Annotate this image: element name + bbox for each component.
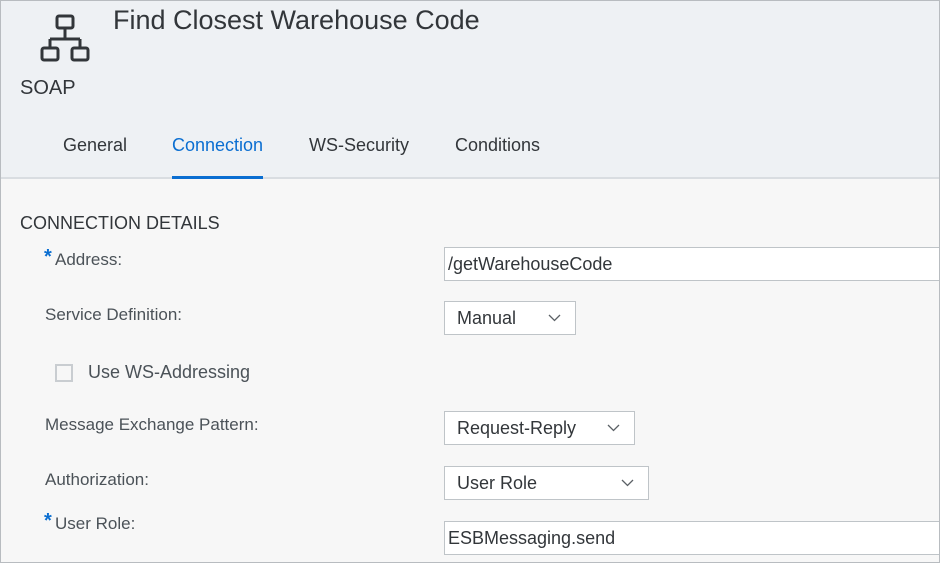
user-role-label-text: User Role:	[55, 514, 136, 533]
service-definition-value: Manual	[457, 308, 517, 328]
required-mark: *	[44, 510, 52, 532]
service-definition-select[interactable]: Manual	[444, 301, 576, 335]
authorization-value: User Role	[457, 473, 538, 493]
ws-addressing-checkbox[interactable]	[55, 364, 73, 382]
section-title: CONNECTION DETAILS	[20, 213, 220, 233]
chevron-down-icon	[548, 314, 561, 322]
tab-connection[interactable]: Connection	[172, 135, 264, 179]
authorization-select[interactable]: User Role	[444, 466, 649, 500]
user-role-label: * User Role:	[44, 510, 136, 534]
user-role-input[interactable]	[444, 521, 939, 555]
tab-conditions[interactable]: Conditions	[455, 135, 540, 177]
hierarchy-icon	[40, 14, 90, 62]
adapter-type-label: SOAP	[20, 77, 76, 99]
message-exchange-pattern-label: Message Exchange Pattern:	[45, 415, 259, 434]
service-definition-label: Service Definition:	[45, 305, 183, 324]
message-exchange-pattern-value: Request-Reply	[457, 418, 577, 438]
chevron-down-icon	[621, 479, 634, 487]
message-exchange-pattern-select[interactable]: Request-Reply	[444, 411, 635, 445]
window-frame: SOAP Find Closest Warehouse Code General…	[0, 0, 940, 563]
address-input[interactable]	[444, 247, 939, 281]
tab-ws-security[interactable]: WS-Security	[309, 135, 409, 177]
page-title: Find Closest Warehouse Code	[113, 5, 480, 35]
ws-addressing-label: Use WS-Addressing	[88, 362, 251, 382]
authorization-label: Authorization:	[45, 470, 149, 489]
address-label: * Address:	[44, 246, 123, 270]
header: SOAP Find Closest Warehouse Code General…	[1, 1, 939, 179]
chevron-down-icon	[607, 424, 620, 432]
required-mark: *	[44, 246, 52, 268]
tab-general[interactable]: General	[63, 135, 127, 177]
address-label-text: Address:	[55, 250, 123, 269]
